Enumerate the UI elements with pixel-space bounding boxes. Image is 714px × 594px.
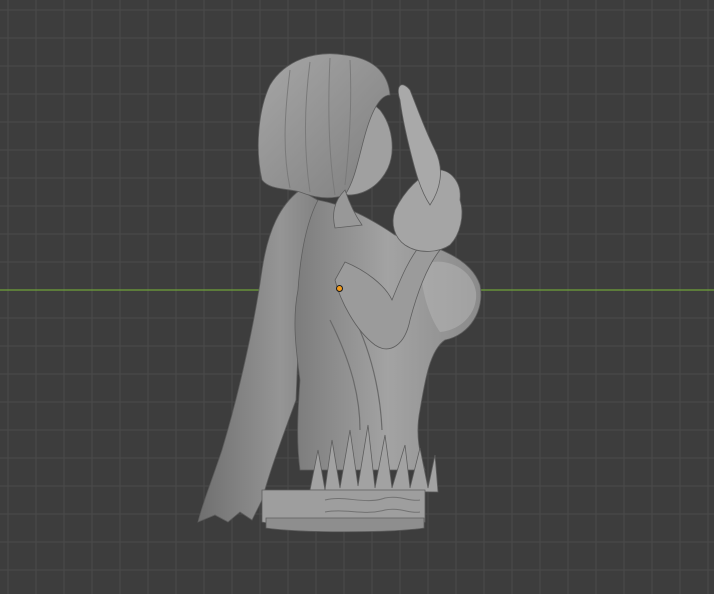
pedestal-base [265, 517, 425, 533]
object-origin-point[interactable] [336, 285, 343, 292]
sculpt-model[interactable] [0, 0, 714, 594]
3d-viewport[interactable] [0, 0, 714, 594]
